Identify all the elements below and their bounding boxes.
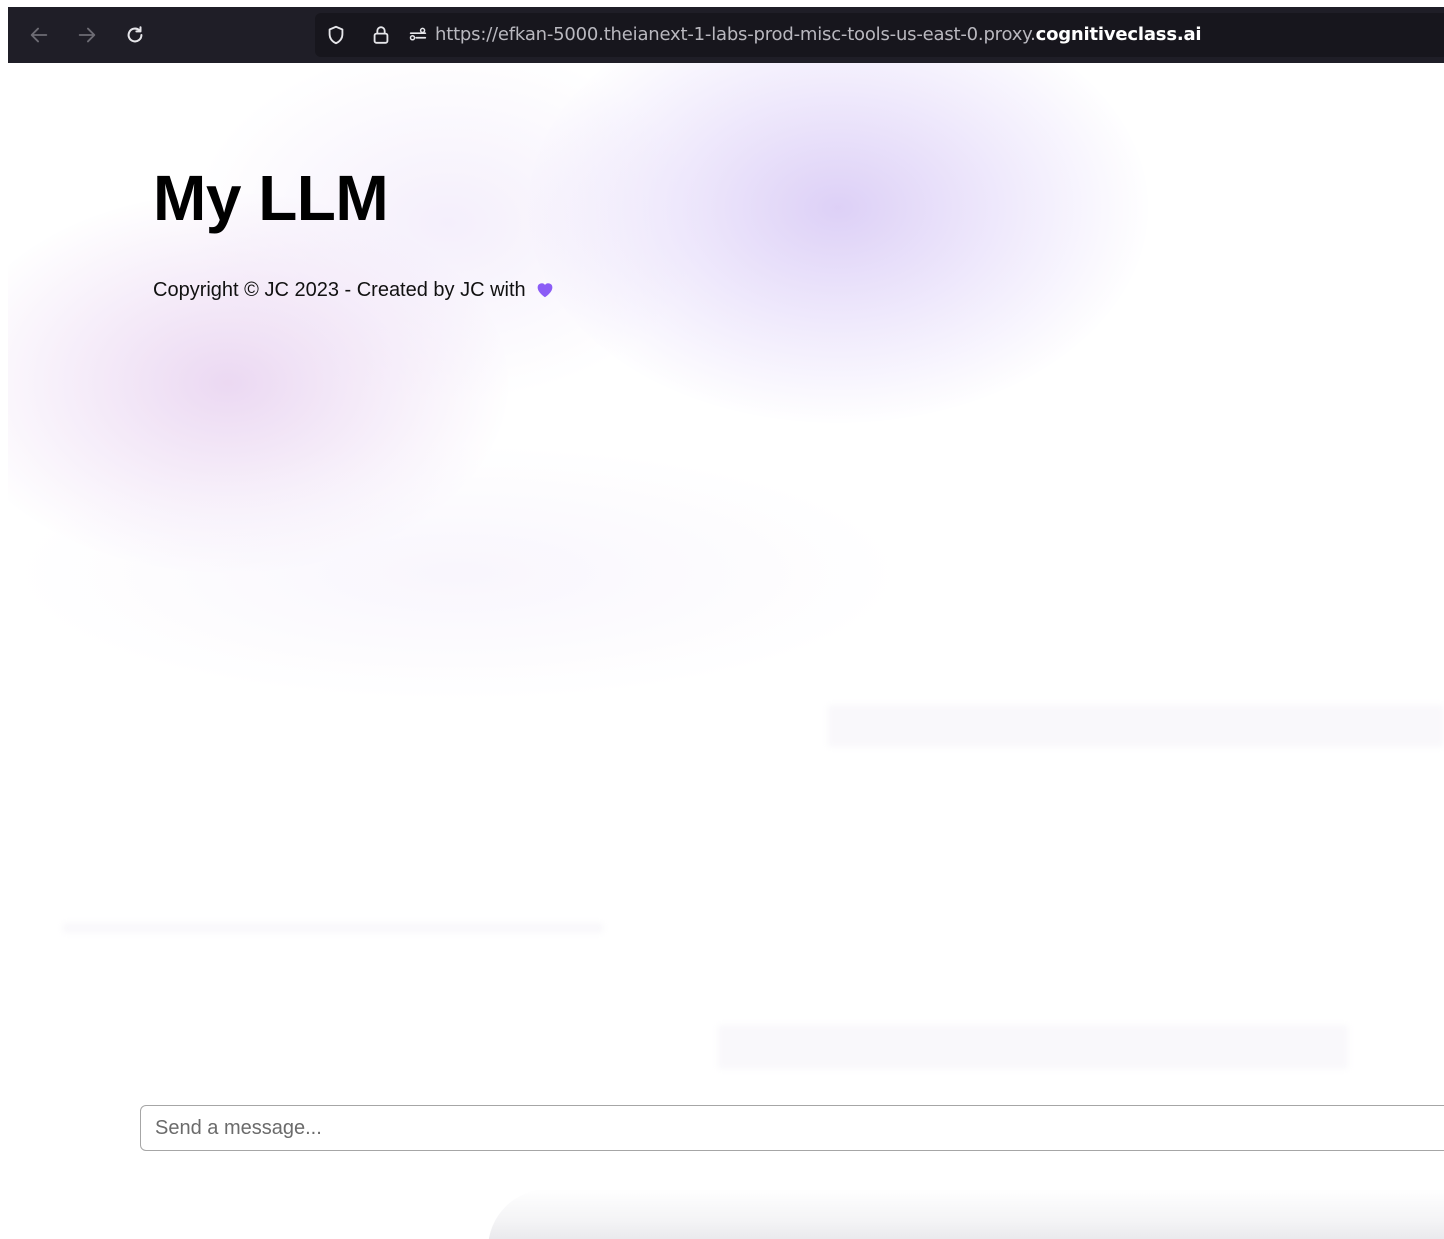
background-glow	[8, 443, 908, 703]
shield-icon[interactable]	[325, 24, 347, 46]
browser-window: https://efkan-5000.theianext-1-labs-prod…	[8, 7, 1444, 1239]
page-content: My LLM Copyright © JC 2023 - Created by …	[8, 63, 1444, 1239]
page-title: My LLM	[153, 162, 389, 234]
background-glow	[8, 193, 508, 573]
forward-arrow-icon	[78, 27, 96, 43]
permissions-icon[interactable]	[407, 24, 429, 46]
address-bar[interactable]: https://efkan-5000.theianext-1-labs-prod…	[315, 13, 1444, 57]
browser-toolbar: https://efkan-5000.theianext-1-labs-prod…	[8, 7, 1444, 63]
heart-icon	[535, 280, 555, 298]
back-button[interactable]	[25, 21, 53, 49]
background-glow	[528, 63, 1148, 423]
copyright-line: Copyright © JC 2023 - Created by JC with	[153, 279, 555, 302]
lock-icon[interactable]	[370, 24, 392, 46]
url-prefix: https://efkan-5000.theianext-1-labs-prod…	[435, 24, 1036, 45]
back-arrow-icon	[30, 27, 48, 43]
ghost-panel	[718, 1025, 1348, 1069]
url-domain: cognitiveclass.ai	[1035, 24, 1202, 45]
reload-button[interactable]	[121, 21, 149, 49]
bottom-gradient-bar	[488, 1189, 1444, 1239]
message-input[interactable]	[140, 1105, 1444, 1151]
reload-icon	[127, 26, 143, 43]
copyright-text: Copyright © JC 2023 - Created by JC with	[153, 279, 526, 301]
ghost-panel	[63, 923, 603, 933]
forward-button[interactable]	[73, 21, 101, 49]
url-text[interactable]: https://efkan-5000.theianext-1-labs-prod…	[435, 13, 1202, 57]
ghost-panel	[828, 705, 1444, 747]
